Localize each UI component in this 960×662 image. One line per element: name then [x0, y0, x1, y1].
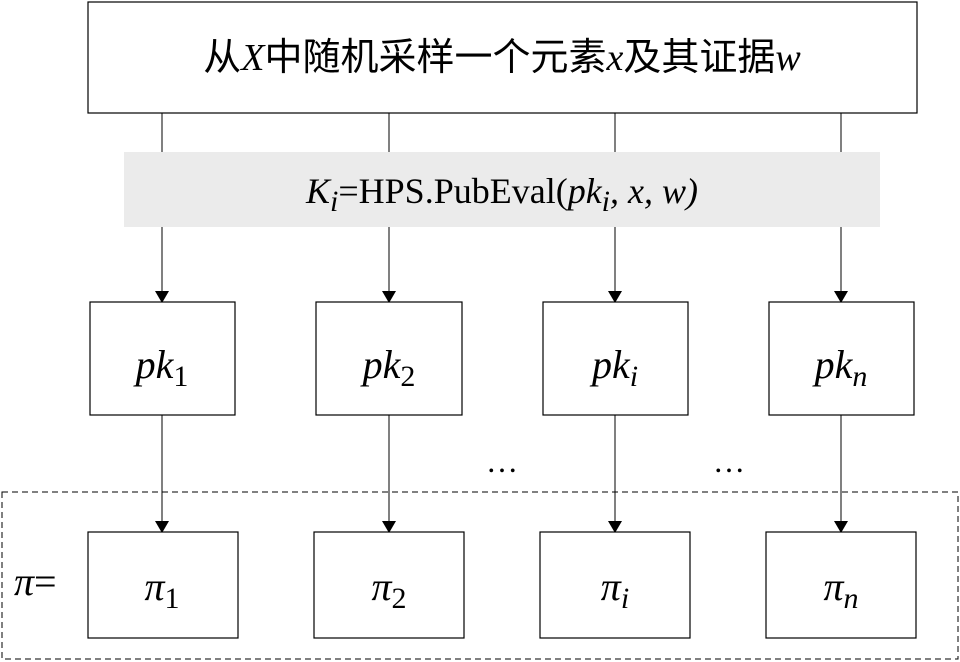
sample-text-part-1: X — [239, 37, 266, 79]
pk-1-sub: 1 — [173, 360, 188, 393]
pk-node-2: pk2 — [315, 301, 463, 416]
pi-node-1: π1 — [87, 531, 239, 639]
sample-text-part-0: 从 — [203, 37, 241, 79]
pk-node-1: pk1 — [89, 301, 236, 416]
pi-i-base: π — [601, 564, 622, 609]
formula-k: K — [305, 171, 332, 211]
pi-node-2: π2 — [313, 531, 465, 639]
sample-text-part-5: w — [775, 37, 801, 79]
pk-i-base: pk — [589, 342, 631, 387]
pi-n-base: π — [823, 564, 844, 609]
formula-k-sub: i — [330, 185, 338, 218]
formula-pk: pk — [565, 171, 603, 211]
pi-equals: = — [34, 559, 57, 604]
pi-equals-label: π= — [14, 559, 57, 604]
pi-2-sub: 2 — [392, 582, 407, 615]
pubeval-diagram: 从X中随机采样一个元素x及其证据w Ki=HPS.PubEval(pki, x,… — [1, 1, 959, 660]
pk-i-sub: i — [630, 360, 638, 393]
pk-node-i: pki — [542, 301, 689, 416]
ellipsis-2: … — [713, 443, 745, 479]
pi-node-i: πi — [539, 531, 691, 639]
sample-box-text: 从X中随机采样一个元素x及其证据w — [203, 37, 801, 79]
sample-text-part-4: 及其证据 — [623, 37, 775, 79]
formula-pk-sub: i — [602, 185, 610, 218]
pk-2-base: pk — [360, 342, 402, 387]
formula-text: Ki=HPS.PubEval(pki, x, w) — [305, 171, 698, 218]
formula-rest: , x, w) — [610, 171, 698, 211]
pi-1-base: π — [144, 564, 165, 609]
pi-symbol: π — [14, 559, 35, 604]
pk-n-sub: n — [852, 360, 867, 393]
pk-node-n: pkn — [768, 301, 915, 416]
formula-eq-fn: =HPS.PubEval( — [338, 171, 567, 211]
pk-n-base: pk — [812, 342, 854, 387]
pk-2-sub: 2 — [400, 360, 415, 393]
pi-i-sub: i — [621, 582, 629, 615]
sample-text-part-3: x — [606, 37, 624, 79]
ellipsis-1: … — [486, 443, 518, 479]
sample-text-part-2: 中随机采样一个元素 — [264, 37, 606, 79]
pi-2-base: π — [371, 564, 392, 609]
pi-node-n: πn — [765, 531, 917, 639]
pi-n-sub: n — [844, 582, 859, 615]
pi-1-sub: 1 — [165, 582, 180, 615]
pk-1-base: pk — [133, 342, 175, 387]
